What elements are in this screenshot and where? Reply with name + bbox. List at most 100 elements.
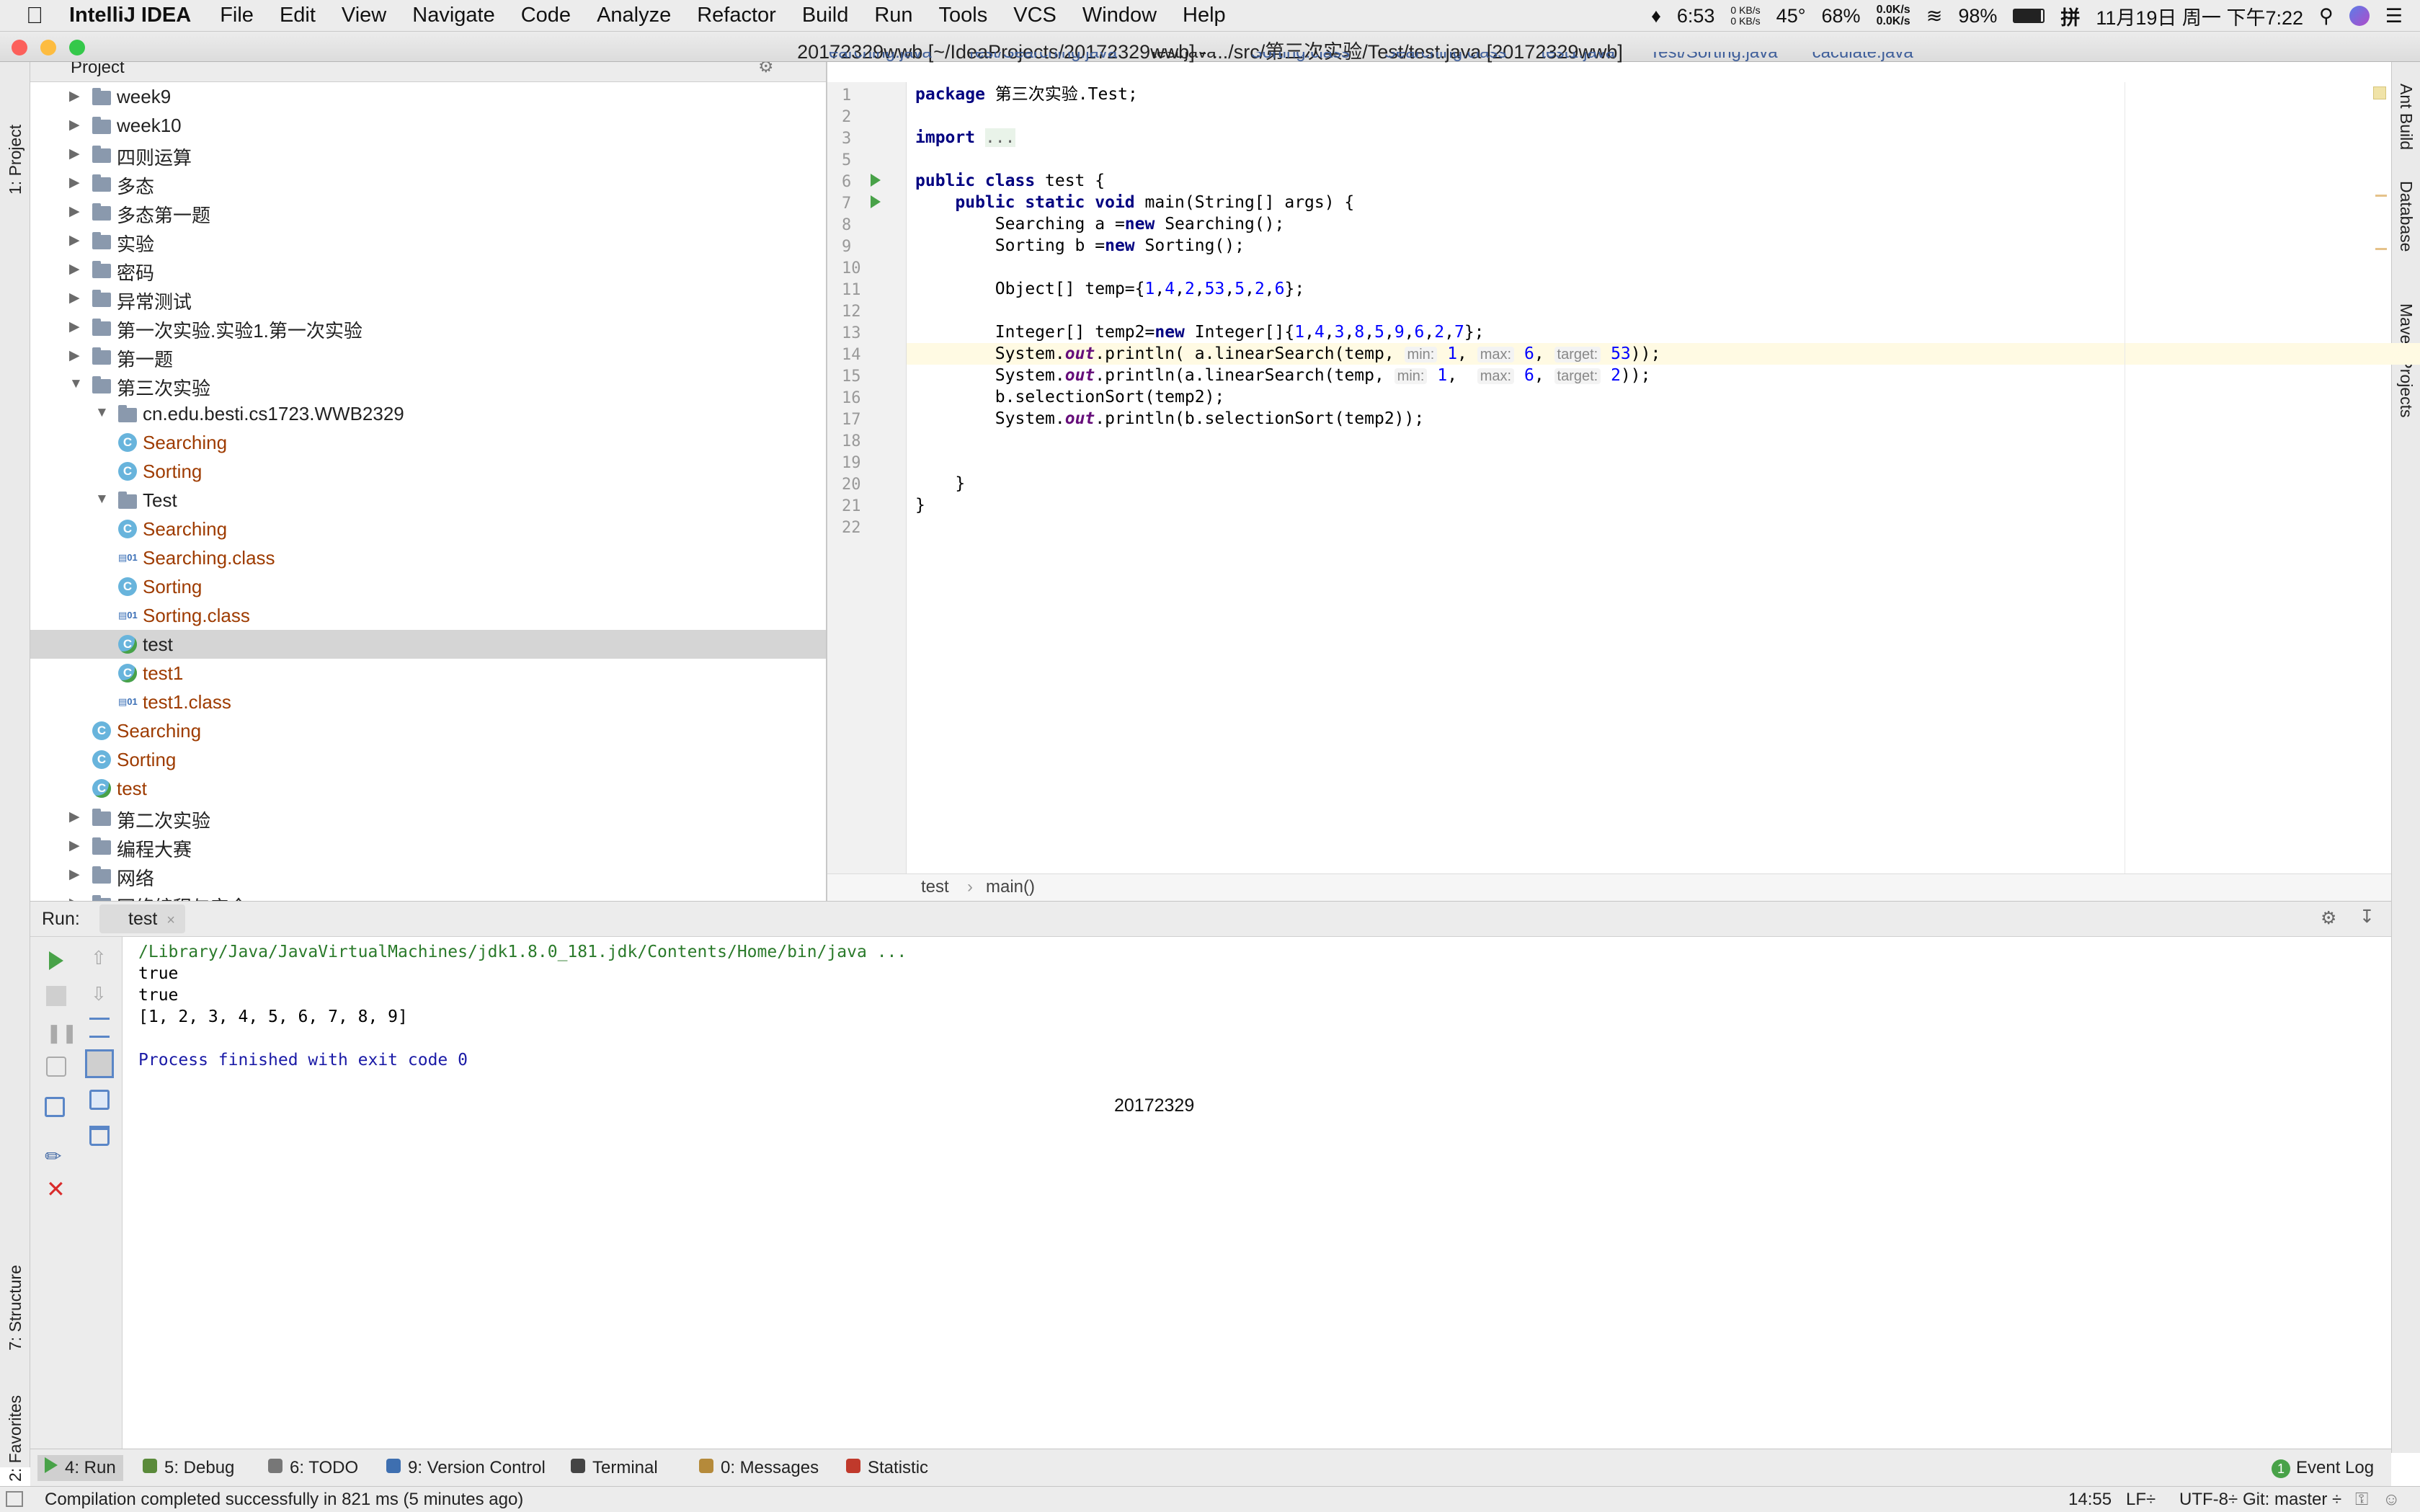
lock-icon[interactable]: ⚿ xyxy=(2355,1490,2368,1510)
toggle-tool-windows-icon[interactable] xyxy=(6,1491,23,1507)
editor-tab[interactable]: test.java xyxy=(1152,52,1216,63)
editor-tab[interactable]: earching.java xyxy=(829,52,932,63)
scrollbar-marker[interactable] xyxy=(2375,248,2387,250)
code-line[interactable]: Integer[] temp2=new Integer[]{1,4,3,8,5,… xyxy=(915,321,1485,343)
tree-item[interactable]: C Searching xyxy=(30,428,826,457)
tree-item[interactable]: C Searching xyxy=(30,716,826,745)
battery-percent[interactable]: 98% xyxy=(1958,5,1997,27)
expand-arrow-icon[interactable]: ▼ xyxy=(95,405,109,421)
apple-menu-icon[interactable]:  xyxy=(26,2,43,29)
expand-arrow-icon[interactable]: ▶ xyxy=(69,347,80,364)
datetime[interactable]: 11月19日 周一 下午7:22 xyxy=(2096,2,2303,30)
code-line[interactable]: } xyxy=(915,473,965,494)
run-settings-icon[interactable]: ⚙ xyxy=(2321,907,2336,929)
code-line[interactable]: System.out.println(a.linearSearch(temp, … xyxy=(915,365,1651,386)
code-line[interactable]: Searching a =new Searching(); xyxy=(915,213,1285,235)
editor-tab[interactable]: Searching.class xyxy=(1384,52,1506,63)
input-method-icon[interactable]: 拼 xyxy=(2060,2,2080,30)
event-log-button[interactable]: 1 Event Log xyxy=(2272,1455,2374,1481)
tree-item[interactable]: Ctest xyxy=(30,774,826,803)
tree-item[interactable]: ▤01 Searching.class xyxy=(30,543,826,572)
tree-item[interactable]: ▶ 网络编程与安全 xyxy=(30,889,826,901)
expand-arrow-icon[interactable]: ▶ xyxy=(69,88,80,104)
restore-layout-icon[interactable] xyxy=(45,1097,65,1117)
menu-edit[interactable]: Edit xyxy=(280,4,316,27)
project-view-selector[interactable]: Project xyxy=(71,62,125,78)
code-editor[interactable]: 1 package 第三次实验.Test; 2 3 import ... 5 6 public… xyxy=(827,82,2420,873)
code-line[interactable]: import ... xyxy=(915,127,1015,148)
run-tab-test[interactable]: test × xyxy=(99,904,185,933)
editor-tab[interactable]: Test/Sorting.java xyxy=(1650,52,1777,63)
code-line[interactable]: Sorting b =new Sorting(); xyxy=(915,235,1245,257)
tree-item[interactable]: Ctest1 xyxy=(30,659,826,688)
project-settings-icon[interactable]: ⚙ xyxy=(758,62,774,77)
hide-panel-icon[interactable]: ↧ xyxy=(2359,906,2375,928)
tool-window-terminal[interactable]: Terminal xyxy=(564,1455,665,1481)
editor-tab[interactable]: Sorting.class xyxy=(1251,52,1350,63)
menu-analyze[interactable]: Analyze xyxy=(597,4,671,27)
spotlight-icon[interactable]: ⚲ xyxy=(2319,5,2334,27)
project-tool-button[interactable]: 1: Project xyxy=(6,65,25,195)
tool-window-run[interactable]: 4: Run xyxy=(37,1455,123,1481)
editor-tab[interactable]: test1.java xyxy=(1541,52,1615,63)
scrollbar-marker[interactable] xyxy=(2375,195,2387,197)
menu-file[interactable]: File xyxy=(220,4,254,27)
git-branch[interactable]: Git: master ÷ xyxy=(2243,1490,2341,1510)
inspection-status-icon[interactable] xyxy=(2373,86,2386,99)
expand-arrow-icon[interactable]: ▶ xyxy=(69,809,80,825)
scroll-to-end-icon[interactable] xyxy=(85,1049,114,1078)
soft-wrap-icon[interactable] xyxy=(89,1018,110,1038)
battery-icon[interactable] xyxy=(2013,9,2045,23)
app-menu[interactable]: IntelliJ IDEA xyxy=(69,4,191,27)
tree-item[interactable]: ▶ 编程大赛 xyxy=(30,832,826,860)
tree-item[interactable]: ▶ week9 xyxy=(30,82,826,111)
expand-arrow-icon[interactable]: ▶ xyxy=(69,895,80,901)
expand-arrow-icon[interactable]: ▼ xyxy=(95,492,109,507)
tree-item[interactable]: C Searching xyxy=(30,515,826,543)
caret-position[interactable]: 14:55 xyxy=(2068,1490,2112,1510)
clear-all-icon[interactable] xyxy=(89,1126,110,1146)
expand-arrow-icon[interactable]: ▶ xyxy=(69,290,80,306)
tree-item[interactable]: ▼ cn.edu.besti.cs1723.WWB2329 xyxy=(30,399,826,428)
editor-tab[interactable]: Test/Searching.java xyxy=(966,52,1117,63)
tool-window-todo[interactable]: 6: TODO xyxy=(261,1455,365,1481)
code-line[interactable]: System.out.println(b.selectionSort(temp2… xyxy=(915,408,1424,430)
code-line[interactable]: public class test { xyxy=(915,170,1105,192)
rerun-icon[interactable] xyxy=(49,951,63,970)
code-line[interactable]: public static void main(String[] args) { xyxy=(915,192,1354,213)
favorites-tool-button[interactable]: 2: Favorites xyxy=(6,1374,25,1482)
tree-item[interactable]: ▶ 第一次实验.实验1.第一次实验 xyxy=(30,313,826,342)
tree-item[interactable]: ▤01 Sorting.class xyxy=(30,601,826,630)
code-line[interactable]: package 第三次实验.Test; xyxy=(915,84,1138,105)
tree-item[interactable]: ▶ 第二次实验 xyxy=(30,803,826,832)
database-tool-button[interactable]: Database xyxy=(2396,181,2416,252)
tree-item[interactable]: ▶ 密码 xyxy=(30,255,826,284)
tree-item[interactable]: ▶ 多态第一题 xyxy=(30,197,826,226)
menu-help[interactable]: Help xyxy=(1183,4,1226,27)
tree-item[interactable]: Ctest xyxy=(30,630,826,659)
print-icon[interactable] xyxy=(89,1090,110,1110)
editor-tab[interactable]: caculate.java xyxy=(1812,52,1913,63)
breadcrumb-class[interactable]: test xyxy=(921,877,949,897)
tool-window-versioncontrol[interactable]: 9: Version Control xyxy=(379,1455,553,1481)
tree-item[interactable]: ▶ 异常测试 xyxy=(30,284,826,313)
run-console[interactable]: 20172329 /Library/Java/JavaVirtualMachin… xyxy=(123,937,2391,1449)
pin-tab-icon[interactable]: ✏ xyxy=(45,1144,65,1168)
expand-arrow-icon[interactable]: ▶ xyxy=(69,866,80,883)
menu-run[interactable]: Run xyxy=(874,4,912,27)
file-encoding[interactable]: UTF-8÷ xyxy=(2179,1490,2238,1510)
menu-view[interactable]: View xyxy=(342,4,386,27)
expand-arrow-icon[interactable]: ▶ xyxy=(69,232,80,249)
pause-icon[interactable]: ❚❚ xyxy=(46,1022,78,1044)
menu-window[interactable]: Window xyxy=(1082,4,1157,27)
code-line[interactable]: b.selectionSort(temp2); xyxy=(915,386,1225,408)
status-message[interactable]: Compilation completed successfully in 82… xyxy=(45,1490,523,1510)
battery-time[interactable]: 6:53 xyxy=(1677,5,1715,27)
inspector-icon[interactable]: ☺ xyxy=(2383,1490,2401,1510)
code-line[interactable]: Object[] temp={1,4,2,53,5,2,6}; xyxy=(915,278,1304,300)
tree-item[interactable]: ▶ 第一题 xyxy=(30,342,826,370)
close-run-icon[interactable]: ✕ xyxy=(46,1178,66,1201)
menu-build[interactable]: Build xyxy=(802,4,849,27)
expand-arrow-icon[interactable]: ▶ xyxy=(69,146,80,162)
tree-item[interactable]: ▼ Test xyxy=(30,486,826,515)
